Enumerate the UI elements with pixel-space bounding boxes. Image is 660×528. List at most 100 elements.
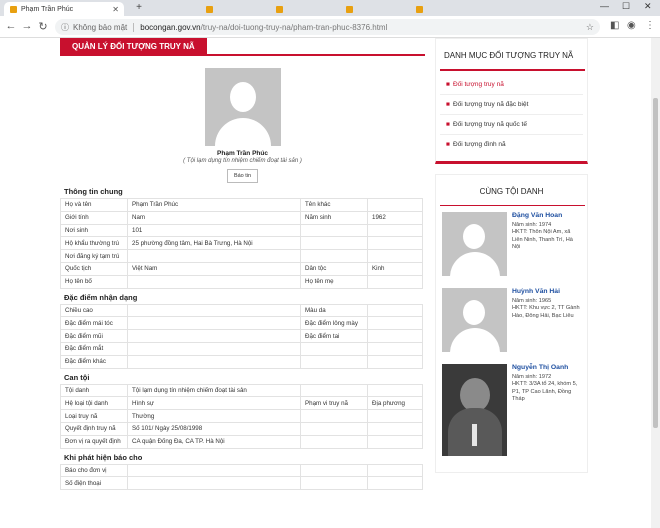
report-button[interactable]: Báo tin bbox=[226, 169, 259, 183]
tab-active[interactable]: Phạm Trần Phúc ✕ bbox=[4, 2, 124, 16]
related-name[interactable]: Đặng Văn Hoan bbox=[512, 212, 581, 220]
table-row: Đặc điểm mắt bbox=[60, 341, 423, 356]
related-card[interactable]: Huỳnh Văn Hải Năm sinh: 1965 HKTT: Khu v… bbox=[436, 286, 587, 362]
site-favicon-icon bbox=[206, 5, 213, 13]
title-underline bbox=[440, 69, 585, 71]
globe-icon[interactable]: ◉ bbox=[627, 20, 636, 31]
category-item[interactable]: ■ Đối tượng truy nã bbox=[440, 75, 583, 95]
field-value bbox=[127, 329, 301, 343]
related-card[interactable]: Nguyễn Thị Oanh Năm sinh: 1972 HKTT: 3/3… bbox=[436, 362, 587, 472]
tab-4[interactable] bbox=[340, 2, 410, 16]
forward-icon[interactable]: → bbox=[20, 20, 34, 32]
field-value bbox=[367, 476, 423, 491]
category-item[interactable]: ■ Đối tượng truy nã đặc biệt bbox=[440, 95, 583, 115]
field-value bbox=[367, 329, 423, 343]
bookmark-star-icon[interactable]: ☆ bbox=[586, 22, 594, 33]
minimize-icon[interactable]: — bbox=[600, 1, 609, 11]
tab-2[interactable] bbox=[200, 2, 270, 16]
field-value bbox=[127, 274, 301, 289]
close-tab-icon[interactable]: ✕ bbox=[112, 5, 119, 14]
tab-5[interactable] bbox=[410, 2, 480, 16]
field-value bbox=[367, 434, 423, 449]
general-info-table: Họ và tên Phạm Trần Phúc Tên khác Giới tính… bbox=[60, 198, 423, 289]
field-label: Quốc tịch bbox=[60, 261, 128, 276]
field-label: Đặc điểm khác bbox=[60, 354, 128, 369]
field-value bbox=[127, 249, 301, 263]
back-icon[interactable]: ← bbox=[4, 20, 18, 32]
related-name[interactable]: Nguyễn Thị Oanh bbox=[512, 364, 581, 372]
browser-toolbar: ← → ↻ ⓘ Không bảo mật bocongan.gov.vn/tr… bbox=[0, 16, 660, 38]
site-favicon-icon bbox=[346, 5, 353, 13]
field-value bbox=[367, 274, 423, 289]
related-box: CÙNG TỘI DANH Đặng Văn Hoan Năm sinh: 19… bbox=[435, 173, 588, 473]
field-label: Đặc điểm tai bbox=[300, 329, 368, 343]
related-birth: Năm sinh: 1974 bbox=[512, 221, 552, 228]
table-row: Đặc điểm mũi Đặc điểm tai bbox=[60, 329, 423, 343]
category-item[interactable]: ■ Đối tượng đình nã bbox=[440, 135, 583, 155]
tab-3[interactable] bbox=[270, 2, 340, 16]
close-window-icon[interactable]: ✕ bbox=[644, 1, 652, 12]
related-birth: Năm sinh: 1965 bbox=[512, 297, 552, 304]
field-value bbox=[367, 249, 423, 263]
scrollbar-thumb[interactable] bbox=[653, 98, 658, 428]
field-value: 101 bbox=[127, 223, 301, 238]
new-tab-icon[interactable]: + bbox=[133, 2, 145, 14]
field-value: CA quận Đống Đa, CA TP. Hà Nội bbox=[127, 434, 301, 449]
category-item[interactable]: ■ Đối tượng truy nã quốc tế bbox=[440, 115, 583, 135]
info-icon[interactable]: ⓘ bbox=[61, 22, 69, 33]
title-underline bbox=[440, 204, 585, 206]
field-value: Thường bbox=[127, 409, 301, 423]
field-value bbox=[367, 409, 423, 423]
field-label bbox=[300, 463, 368, 478]
field-label: Đặc điểm mái tóc bbox=[60, 316, 128, 331]
field-value: Việt Nam bbox=[127, 261, 301, 276]
field-value: Tội lạm dụng tín nhiệm chiếm đoạt tài sả… bbox=[127, 383, 301, 398]
field-value bbox=[127, 341, 301, 356]
table-row: Số điện thoại bbox=[60, 476, 423, 491]
profile: Phạm Trần Phúc ( Tội lạm dụng tín nhiệm … bbox=[60, 68, 425, 183]
table-row: Họ tên bố Họ tên mẹ bbox=[60, 274, 423, 289]
field-value bbox=[127, 463, 301, 478]
field-value bbox=[367, 236, 423, 251]
field-label: Năm sinh bbox=[300, 210, 368, 225]
related-name[interactable]: Huỳnh Văn Hải bbox=[512, 288, 581, 296]
field-label: Phạm vi truy nã bbox=[300, 396, 368, 411]
field-value bbox=[367, 463, 423, 478]
group-general-title: Thông tin chung bbox=[64, 187, 123, 196]
field-value bbox=[127, 476, 301, 491]
related-title: CÙNG TỘI DANH bbox=[479, 186, 544, 196]
field-value bbox=[127, 316, 301, 331]
menu-icon[interactable]: ⋮ bbox=[645, 20, 655, 31]
field-label: Loại truy nã bbox=[60, 409, 128, 423]
group-report-title: Khi phát hiện báo cho bbox=[64, 452, 143, 462]
maximize-icon[interactable]: ☐ bbox=[622, 1, 630, 12]
section-label: QUẢN LÝ ĐỐI TƯỢNG TRUY NÃ bbox=[60, 38, 207, 56]
field-value bbox=[367, 341, 423, 356]
table-row: Đặc điểm mái tóc Đặc điểm lông mày bbox=[60, 316, 423, 331]
field-value: Hình sự bbox=[127, 396, 301, 411]
table-row: Giới tính Nam Năm sinh 1962 bbox=[60, 210, 423, 225]
sidebar: DANH MỤC ĐỐI TƯỢNG TRUY NÃ ■ Đối tượng tr… bbox=[435, 38, 588, 473]
tab-title: Phạm Trần Phúc bbox=[21, 5, 74, 13]
field-value: Số 101/ Ngày 25/08/1998 bbox=[127, 421, 301, 436]
url-host: bocongan.gov.vn bbox=[140, 22, 201, 32]
address-bar[interactable]: ⓘ Không bảo mật bocongan.gov.vn/truy-na/… bbox=[55, 19, 600, 35]
field-value bbox=[127, 303, 301, 318]
crime-table: Tội danh Tội lạm dụng tín nhiệm chiếm đoạ… bbox=[60, 383, 423, 449]
field-label bbox=[300, 354, 368, 369]
field-label bbox=[300, 236, 368, 251]
field-value bbox=[367, 303, 423, 318]
table-row: Nơi đăng ký tạm trú bbox=[60, 249, 423, 263]
table-row: Họ và tên Phạm Trần Phúc Tên khác bbox=[60, 198, 423, 212]
field-label bbox=[300, 409, 368, 423]
reload-icon[interactable]: ↻ bbox=[36, 20, 50, 33]
group-crime-title: Can tội bbox=[64, 372, 90, 382]
field-value: 1962 bbox=[367, 210, 423, 225]
table-row: Nơi sinh 101 bbox=[60, 223, 423, 238]
field-label bbox=[300, 383, 368, 398]
extension-icon[interactable]: ◧ bbox=[610, 20, 619, 31]
table-row: Đơn vị ra quyết định CA quận Đống Đa, CA … bbox=[60, 434, 423, 449]
field-value bbox=[367, 223, 423, 238]
profile-crime: ( Tội lạm dụng tín nhiệm chiếm đoạt tài … bbox=[183, 158, 302, 164]
related-card[interactable]: Đặng Văn Hoan Năm sinh: 1974 HKTT: Thôn … bbox=[436, 210, 587, 286]
